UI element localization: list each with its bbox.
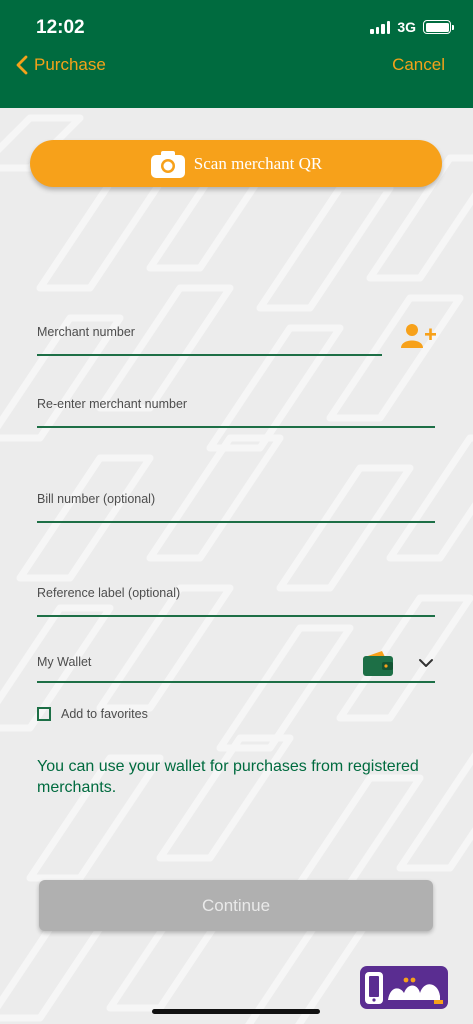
- cancel-button[interactable]: Cancel: [392, 55, 445, 75]
- add-to-favorites[interactable]: Add to favorites: [37, 707, 148, 721]
- back-button[interactable]: Purchase: [16, 55, 106, 75]
- checkbox-icon[interactable]: [37, 707, 51, 721]
- reference-label-field[interactable]: Reference label (optional): [37, 586, 437, 618]
- scan-label: Scan merchant QR: [193, 153, 323, 173]
- signal-icon: [370, 20, 391, 34]
- network-type: 3G: [397, 19, 416, 35]
- app-header: 12:02 3G Purchase Cancel: [0, 0, 473, 108]
- merchant-number-label: Merchant number: [37, 325, 135, 339]
- bill-underline: [37, 521, 435, 523]
- bill-number-field[interactable]: Bill number (optional): [37, 492, 437, 524]
- back-label: Purchase: [34, 55, 106, 74]
- meeza-logo: [360, 966, 448, 1009]
- reenter-underline: [37, 426, 435, 428]
- reenter-merchant-number-label: Re-enter merchant number: [37, 397, 188, 411]
- chevron-down-icon[interactable]: [418, 658, 434, 670]
- info-text: You can use your wallet for purchases fr…: [37, 758, 419, 796]
- favorites-label: Add to favorites: [61, 707, 148, 721]
- reference-label-label: Reference label (optional): [37, 586, 181, 600]
- reference-underline: [37, 615, 435, 617]
- home-indicator: [152, 1009, 320, 1014]
- chevron-left-icon: [16, 55, 28, 75]
- scan-merchant-qr-button[interactable]: Scan merchant QR: [30, 140, 442, 187]
- add-contact-icon[interactable]: [401, 323, 437, 349]
- merchant-number-underline: [37, 354, 382, 356]
- reenter-merchant-number-field[interactable]: Re-enter merchant number: [37, 397, 437, 429]
- meeza-logo-graphic: [365, 972, 443, 1004]
- status-time: 12:02: [36, 17, 85, 38]
- wallet-underline: [37, 681, 435, 683]
- wallet-icon: [363, 651, 393, 676]
- continue-button[interactable]: Continue: [39, 880, 433, 931]
- merchant-number-field[interactable]: Merchant number: [37, 325, 437, 357]
- battery-icon: [423, 20, 454, 34]
- status-indicators: 3G: [370, 19, 454, 35]
- bill-number-label: Bill number (optional): [37, 492, 156, 506]
- camera-icon: [150, 150, 185, 178]
